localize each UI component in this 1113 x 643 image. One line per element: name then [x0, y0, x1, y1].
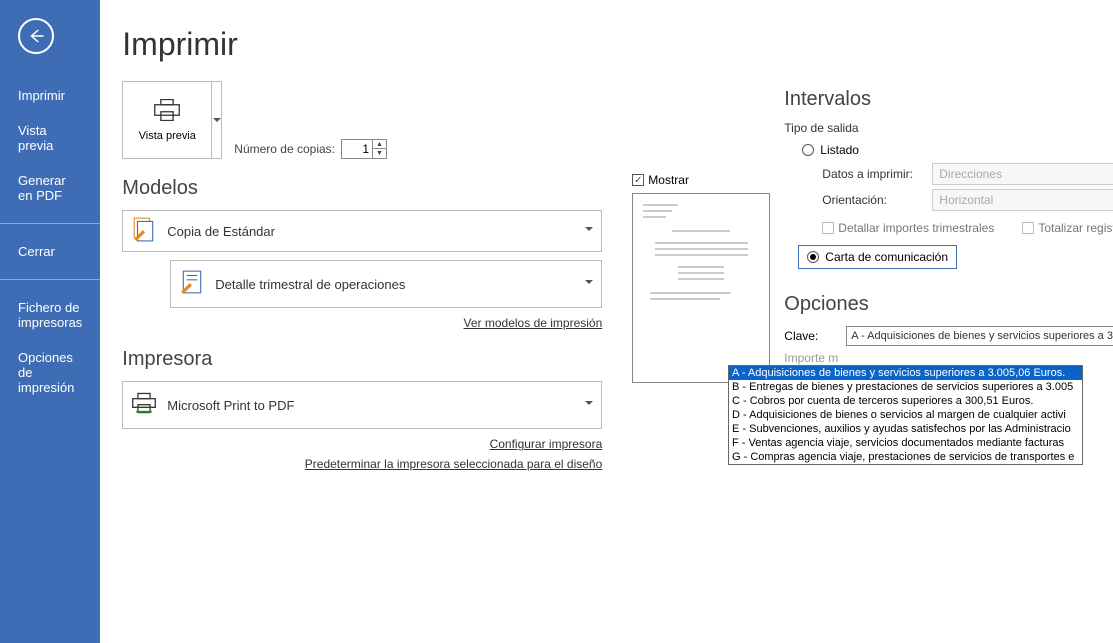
- radio-listado[interactable]: Listado: [802, 143, 1113, 157]
- arrow-left-icon: [27, 27, 45, 45]
- clave-option-a[interactable]: A - Adquisiciones de bienes y servicios …: [729, 366, 1082, 380]
- sidebar-item-vista-previa[interactable]: Vista previa: [0, 113, 100, 163]
- totalizar-checkbox[interactable]: Totalizar registros: [1022, 221, 1113, 235]
- impresora-combo[interactable]: Microsoft Print to PDF: [122, 381, 602, 429]
- predeterminar-link[interactable]: Predeterminar la impresora seleccionada …: [122, 457, 602, 471]
- tipo-salida-label: Tipo de salida: [784, 121, 1113, 135]
- clave-option-c[interactable]: C - Cobros por cuenta de terceros superi…: [729, 394, 1082, 408]
- mostrar-checkbox[interactable]: ✓ Mostrar: [632, 173, 689, 187]
- section-impresora: Impresora: [122, 348, 602, 371]
- sidebar-item-generar-pdf[interactable]: Generar en PDF: [0, 163, 100, 213]
- clave-label: Clave:: [784, 329, 840, 343]
- document-detail-icon: [179, 269, 205, 300]
- vista-previa-button[interactable]: Vista previa: [122, 81, 212, 159]
- orient-dropdown[interactable]: Horizontal: [932, 189, 1113, 211]
- detalle-combo[interactable]: Detalle trimestral de operaciones: [170, 260, 602, 308]
- clave-option-g[interactable]: G - Compras agencia viaje, prestaciones …: [729, 450, 1082, 464]
- datos-dropdown[interactable]: Direcciones: [932, 163, 1113, 185]
- datos-label: Datos a imprimir:: [822, 167, 922, 181]
- copies-input[interactable]: [342, 142, 372, 156]
- ver-modelos-link[interactable]: Ver modelos de impresión: [122, 316, 602, 330]
- backstage-sidebar: Imprimir Vista previa Generar en PDF Cer…: [0, 0, 100, 643]
- mostrar-label: Mostrar: [648, 173, 689, 187]
- section-modelos: Modelos: [122, 177, 602, 200]
- clave-option-d[interactable]: D - Adquisiciones de bienes o servicios …: [729, 408, 1082, 422]
- copies-down[interactable]: ▼: [372, 149, 386, 158]
- document-icon: [131, 216, 157, 247]
- orient-label: Orientación:: [822, 193, 922, 207]
- intervalos-title: Intervalos: [784, 88, 1113, 111]
- printer-icon: [153, 99, 181, 124]
- detalle-label: Detalle trimestral de operaciones: [215, 277, 575, 292]
- importe-label: Importe m: [784, 351, 840, 365]
- back-button[interactable]: [18, 18, 54, 54]
- copies-spinner[interactable]: ▲ ▼: [341, 139, 387, 159]
- main-content: Imprimir Vista previa Número de copias: …: [100, 0, 1113, 643]
- carta-label: Carta de comunicación: [825, 250, 948, 264]
- sidebar-item-opciones-impresion[interactable]: Opciones de impresión: [0, 340, 100, 405]
- modelo-label: Copia de Estándar: [167, 224, 575, 239]
- modelo-combo[interactable]: Copia de Estándar: [122, 210, 602, 252]
- clave-option-b[interactable]: B - Entregas de bienes y prestaciones de…: [729, 380, 1082, 394]
- copies-label: Número de copias:: [234, 142, 335, 156]
- sidebar-item-cerrar[interactable]: Cerrar: [0, 234, 100, 269]
- printer-small-icon: [131, 390, 157, 421]
- clave-dropdown-list[interactable]: A - Adquisiciones de bienes y servicios …: [728, 365, 1083, 465]
- copies-up[interactable]: ▲: [372, 140, 386, 149]
- listado-label: Listado: [820, 143, 859, 157]
- clave-dropdown[interactable]: A - Adquisiciones de bienes y servicios …: [846, 326, 1113, 346]
- opciones-title: Opciones: [784, 293, 1113, 316]
- clave-option-f[interactable]: F - Ventas agencia viaje, servicios docu…: [729, 436, 1082, 450]
- clave-option-e[interactable]: E - Subvenciones, auxilios y ayudas sati…: [729, 422, 1082, 436]
- vista-previa-label: Vista previa: [139, 130, 196, 142]
- configurar-impresora-link[interactable]: Configurar impresora: [122, 437, 602, 451]
- impresora-name: Microsoft Print to PDF: [167, 398, 575, 413]
- page-title: Imprimir: [122, 26, 602, 63]
- sidebar-item-fichero-impresoras[interactable]: Fichero de impresoras: [0, 290, 100, 340]
- vista-previa-dropdown[interactable]: [212, 81, 222, 159]
- radio-carta[interactable]: Carta de comunicación: [798, 245, 957, 269]
- page-preview[interactable]: [632, 193, 770, 383]
- sidebar-item-imprimir[interactable]: Imprimir: [0, 78, 100, 113]
- detallar-checkbox[interactable]: Detallar importes trimestrales: [822, 221, 994, 235]
